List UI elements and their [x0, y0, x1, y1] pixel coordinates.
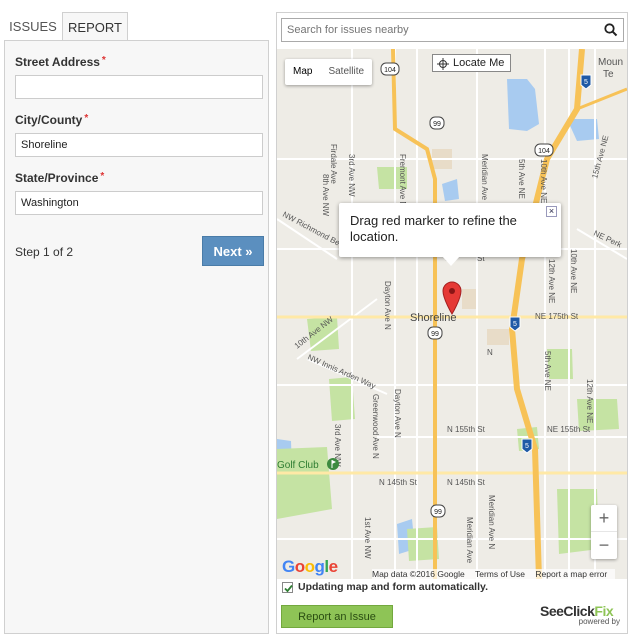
tab-report[interactable]: REPORT: [62, 12, 128, 41]
state-province-input[interactable]: [15, 191, 263, 215]
auto-update-label: Updating map and form automatically.: [298, 581, 488, 593]
map-type-control: Map Satellite: [285, 59, 373, 85]
tab-bar: ISSUES REPORT: [4, 8, 269, 41]
map-panel: Shoreline Golf Club Moun Te St St N NW R…: [276, 12, 628, 634]
interstate-5-number: 5: [584, 79, 588, 86]
google-logo: Google: [282, 557, 338, 576]
city-county-label: City/County *: [15, 113, 88, 127]
zoom-out-button[interactable]: −: [591, 532, 617, 559]
search-icon[interactable]: [603, 22, 619, 38]
interstate-5-number: 5: [513, 321, 517, 328]
interstate-5-shield: 5: [509, 316, 521, 332]
street-address-label: Street Address *: [15, 55, 106, 69]
locate-me-label: Locate Me: [453, 57, 505, 69]
required-marker: *: [100, 171, 105, 182]
interstate-5-number: 5: [525, 443, 529, 450]
route-99-shield: 99: [430, 504, 446, 518]
seeclickfix-logo: SeeClickFix powered by: [540, 603, 620, 629]
search-input[interactable]: [282, 19, 600, 41]
close-icon[interactable]: ×: [546, 206, 557, 217]
zoom-control: + −: [591, 505, 617, 559]
state-province-label: State/Province *: [15, 171, 104, 185]
route-99-number: 99: [433, 121, 441, 128]
map-marker-icon[interactable]: [442, 281, 462, 315]
route-99-shield: 99: [427, 326, 443, 340]
route-104-shield: 104: [534, 143, 554, 157]
info-popup: Drag red marker to refine the location. …: [339, 203, 561, 266]
terms-of-use-link[interactable]: Terms of Use: [475, 569, 525, 579]
map-attribution: Map data ©2016 Google Terms of Use Repor…: [372, 569, 616, 579]
required-marker: *: [84, 113, 89, 124]
checkmark-icon: [284, 584, 293, 592]
auto-update-checkbox[interactable]: [282, 581, 293, 593]
required-marker: *: [101, 55, 106, 66]
zoom-in-button[interactable]: +: [591, 505, 617, 532]
route-99-shield: 99: [429, 116, 445, 130]
report-issue-button[interactable]: Report an Issue: [281, 605, 393, 628]
search-box: [281, 18, 624, 42]
street-address-label-text: Street Address: [15, 55, 100, 69]
report-form: Street Address* City/County* State/Provi…: [4, 40, 269, 634]
popup-tail: [442, 256, 460, 266]
map-canvas[interactable]: Shoreline Golf Club Moun Te St St N NW R…: [277, 49, 627, 579]
map-data-text: Map data ©2016 Google: [372, 569, 465, 579]
step-indicator: Step 1 of 2: [15, 245, 74, 259]
street-address-input[interactable]: [15, 75, 263, 99]
brand-see: See: [540, 603, 564, 619]
report-map-error-link[interactable]: Report a map error: [535, 569, 607, 579]
auto-update-row: Updating map and form automatically.: [282, 580, 488, 594]
next-button[interactable]: Next »: [202, 236, 264, 266]
interstate-5-shield: 5: [521, 438, 533, 454]
route-104-shield: 104: [380, 62, 400, 76]
map-type-map-button[interactable]: Map: [285, 59, 320, 85]
golf-icon: [327, 458, 339, 470]
route-104-number: 104: [538, 148, 550, 155]
crosshair-icon: [437, 58, 449, 70]
route-99-number: 99: [434, 509, 442, 516]
tab-issues[interactable]: ISSUES: [4, 12, 62, 41]
city-county-input[interactable]: [15, 133, 263, 157]
map-type-satellite-button[interactable]: Satellite: [320, 59, 372, 85]
route-104-number: 104: [384, 67, 396, 74]
interstate-5-shield: 5: [580, 74, 592, 90]
route-99-number: 99: [431, 331, 439, 338]
state-province-label-text: State/Province: [15, 171, 99, 185]
locate-me-button[interactable]: Locate Me: [432, 54, 512, 72]
city-county-label-text: City/County: [15, 113, 83, 127]
report-panel: ISSUES REPORT Street Address * City/Count…: [4, 8, 269, 634]
popup-message: Drag red marker to refine the location.: [350, 213, 517, 244]
